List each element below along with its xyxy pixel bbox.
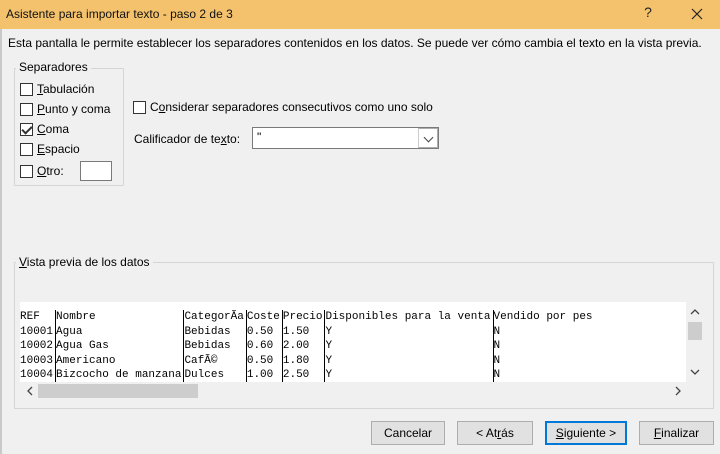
preview-cell: 2.00	[281, 339, 325, 354]
comma-label: Coma	[37, 122, 70, 136]
preview-cell: Disponibles para la venta	[324, 310, 494, 325]
preview-cell: Nombre	[55, 310, 184, 325]
preview-cell: Bebidas	[183, 324, 247, 339]
preview-cell: Agua Gas	[55, 339, 184, 354]
scroll-up-icon[interactable]	[686, 304, 704, 320]
preview-cell: 1.00	[245, 368, 283, 382]
other-label: Otro:	[37, 164, 64, 178]
preview-row: 10003 Americano CafÃ© 0.50 1.80 Y N	[20, 353, 595, 368]
finish-button[interactable]: Finalizar	[639, 421, 714, 445]
data-preview[interactable]: REF Nombre CategorÃ­a Coste Precio Disponible…	[20, 302, 686, 382]
preview-cell: 1.50	[281, 324, 325, 339]
help-button[interactable]: ?	[636, 4, 660, 24]
tab-label: Tabulación	[37, 82, 95, 96]
chevron-down-icon	[423, 132, 434, 143]
other-separator-input[interactable]	[80, 161, 112, 181]
window-title: Asistente para importar texto - paso 2 d…	[6, 7, 233, 21]
preview-cell: N	[492, 324, 595, 339]
preview-cell: N	[492, 339, 595, 354]
comma-checkbox-row[interactable]: Coma	[20, 121, 69, 137]
title-bar: Asistente para importar texto - paso 2 d…	[0, 0, 720, 29]
preview-cell: Vendido por pes	[492, 310, 595, 325]
preview-cell: 0.60	[245, 339, 283, 354]
preview-cell: Agua	[55, 324, 184, 339]
preview-vertical-scrollbar[interactable]	[686, 302, 704, 382]
preview-cell: CafÃ©	[183, 353, 247, 368]
other-checkbox-row[interactable]: Otro:	[20, 163, 64, 179]
semicolon-checkbox[interactable]	[20, 102, 33, 116]
preview-cell: 0.50	[245, 324, 283, 339]
close-icon	[691, 8, 703, 20]
consecutive-label: Considerar separadores consecutivos como…	[150, 100, 433, 114]
preview-cell: 1.80	[281, 353, 325, 368]
preview-cell: 10003	[20, 354, 54, 367]
preview-row: 10002 Agua Gas Bebidas 0.60 2.00 Y N	[20, 339, 595, 354]
other-checkbox[interactable]	[20, 164, 33, 178]
preview-row: 10001 Agua Bebidas 0.50 1.50 Y N	[20, 324, 595, 339]
tab-checkbox-row[interactable]: Tabulación	[20, 81, 94, 97]
preview-cell: 10001	[20, 325, 54, 338]
semicolon-label: Punto y coma	[37, 102, 111, 116]
preview-table: REF Nombre CategorÃ­a Coste Precio Disponible…	[20, 310, 595, 382]
space-label: Espacio	[37, 142, 80, 156]
close-button[interactable]	[680, 2, 714, 26]
preview-cell: REF	[20, 311, 40, 323]
text-qualifier-select[interactable]: "	[252, 127, 439, 149]
qualifier-label: Calificador de texto:	[134, 132, 241, 146]
preview-cell: Y	[324, 324, 494, 339]
preview-cell: N	[492, 353, 595, 368]
comma-checkbox[interactable]	[20, 122, 33, 136]
preview-cell: Americano	[55, 353, 184, 368]
scroll-right-icon[interactable]	[670, 382, 686, 400]
intro-text: Esta pantalla le permite establecer los …	[8, 36, 702, 50]
next-button[interactable]: Siguiente >	[545, 421, 627, 445]
separators-legend: Separadores	[16, 60, 91, 74]
preview-cell: 0.50	[245, 353, 283, 368]
consecutive-checkbox[interactable]	[133, 100, 146, 114]
preview-cell: 10004	[20, 369, 54, 381]
horizontal-scroll-thumb[interactable]	[38, 384, 198, 398]
vertical-scroll-thumb[interactable]	[688, 322, 702, 340]
preview-cell: Bizcocho de manzana	[55, 368, 184, 382]
preview-cell: 2.50	[281, 368, 325, 382]
preview-cell: N	[492, 368, 595, 382]
preview-cell: Y	[324, 368, 494, 382]
cancel-button[interactable]: Cancelar	[371, 421, 445, 445]
tab-checkbox[interactable]	[20, 82, 33, 96]
preview-cell: 10002	[20, 340, 54, 352]
qualifier-dropdown-button[interactable]	[418, 128, 438, 148]
consecutive-checkbox-row[interactable]: Considerar separadores consecutivos como…	[133, 99, 433, 115]
preview-cell: Dulces	[183, 368, 247, 382]
preview-cell: Y	[324, 339, 494, 354]
preview-cell: Coste	[245, 310, 283, 325]
scroll-down-icon[interactable]	[686, 364, 704, 380]
preview-cell: Y	[324, 353, 494, 368]
preview-horizontal-scrollbar[interactable]	[20, 382, 704, 400]
preview-legend: Vista previa de los datos	[16, 255, 153, 269]
preview-row: 10004 Bizcocho de manzana Dulces 1.00 2.50 Y N	[20, 368, 595, 382]
preview-cell: Bebidas	[183, 339, 247, 354]
preview-header-row: REF Nombre CategorÃ­a Coste Precio Disponible…	[20, 310, 595, 325]
qualifier-value: "	[257, 130, 262, 144]
space-checkbox[interactable]	[20, 142, 33, 156]
scroll-left-icon[interactable]	[22, 382, 38, 400]
semicolon-checkbox-row[interactable]: Punto y coma	[20, 101, 110, 117]
back-button[interactable]: < Atrás	[457, 421, 533, 445]
space-checkbox-row[interactable]: Espacio	[20, 141, 80, 157]
preview-cell: CategorÃ­a	[183, 310, 247, 325]
preview-cell: Precio	[281, 310, 325, 325]
window-edge	[0, 29, 2, 454]
